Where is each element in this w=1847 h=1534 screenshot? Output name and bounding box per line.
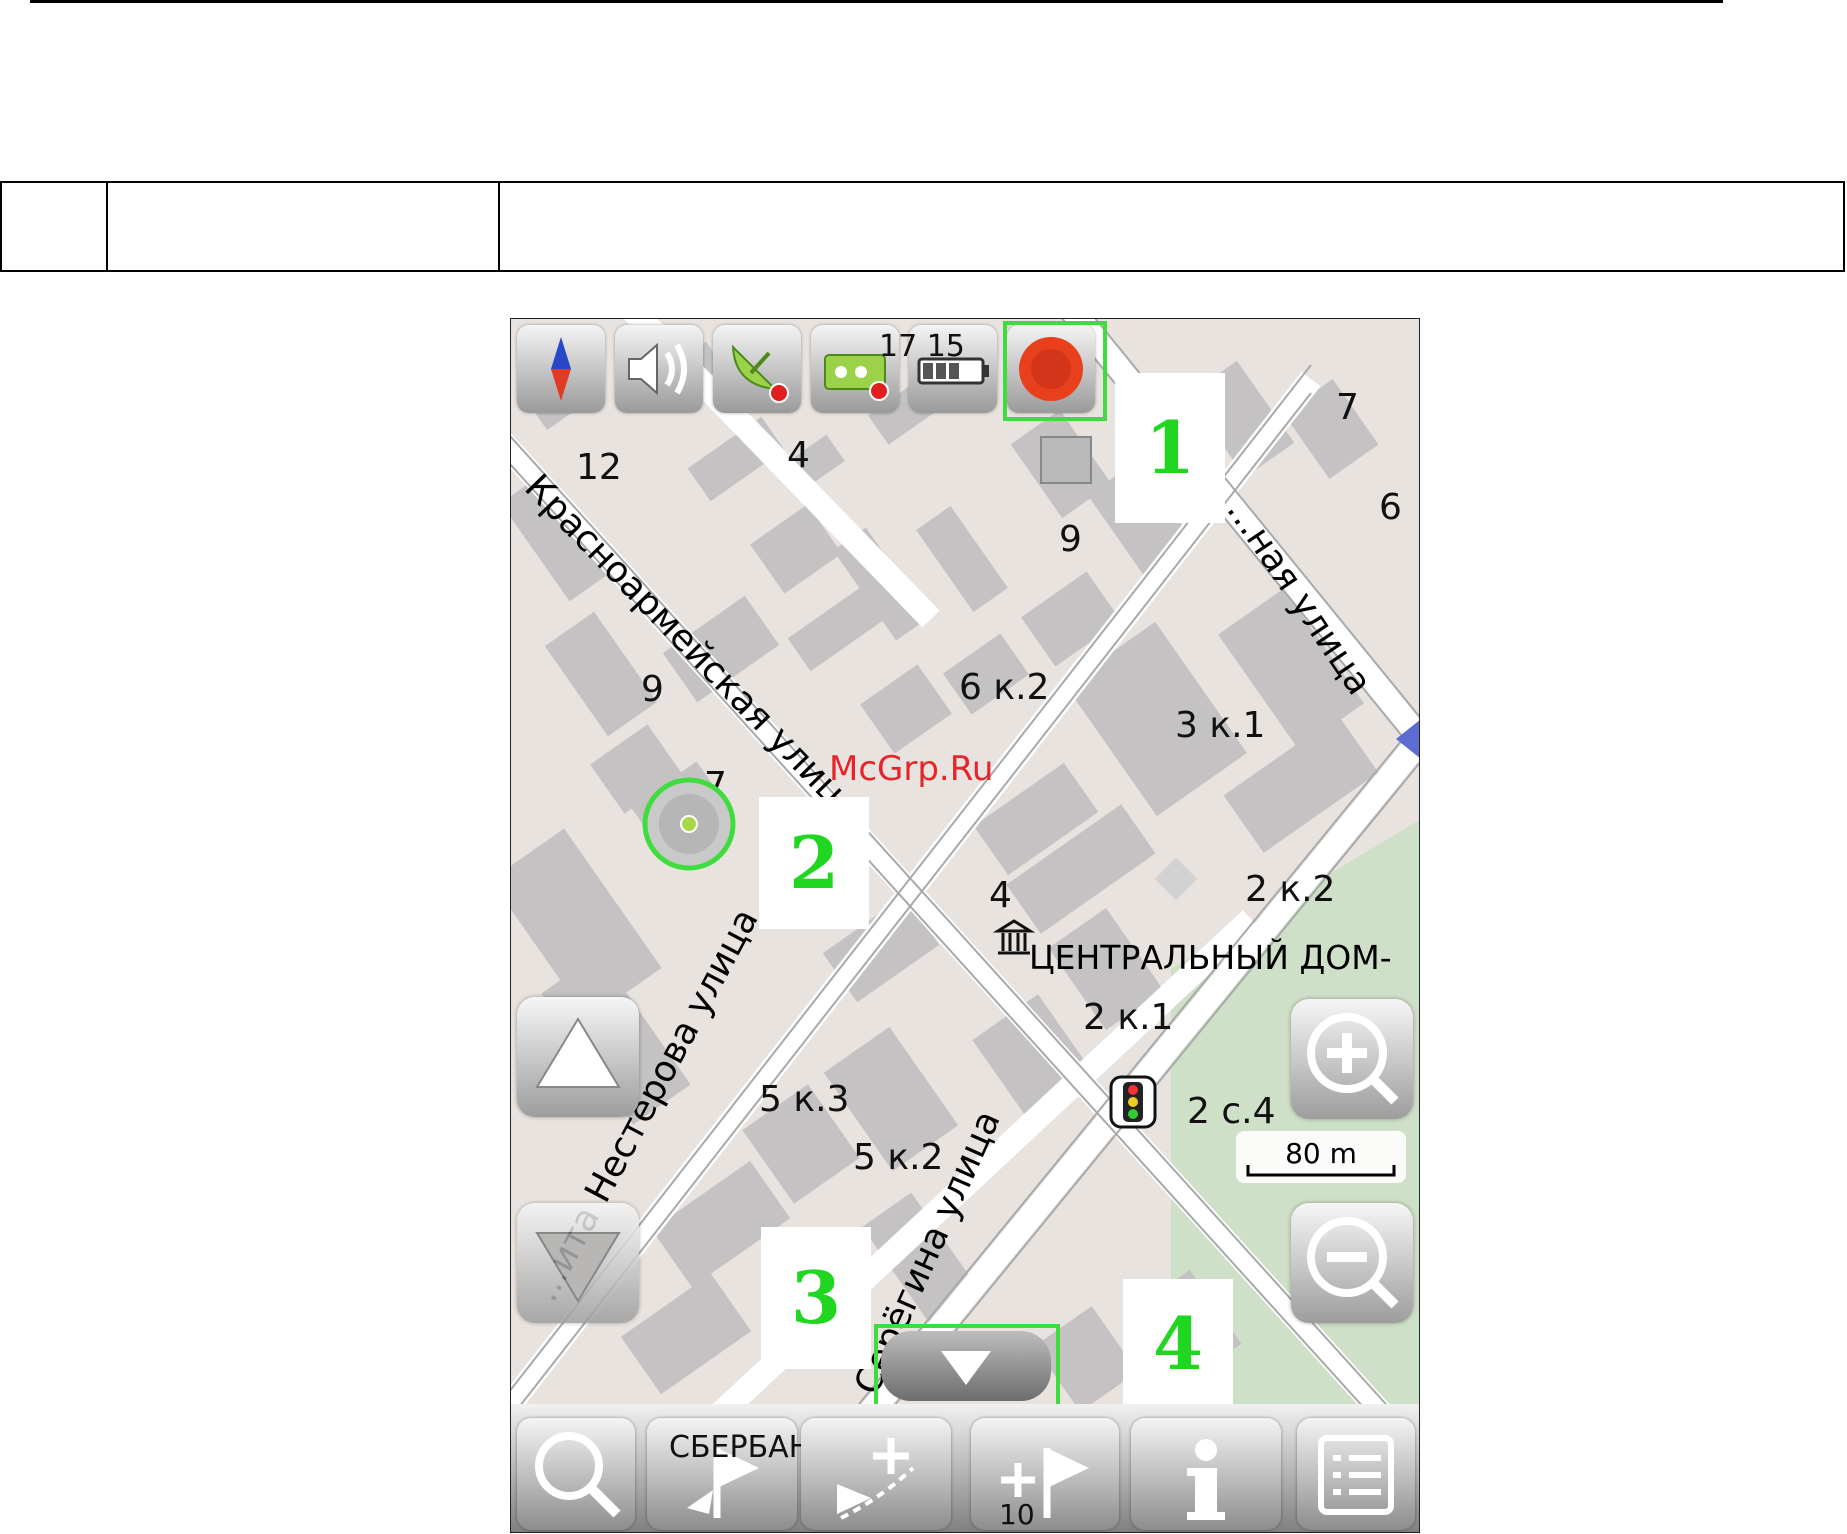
house-number: 2 с.4 bbox=[1187, 1091, 1276, 1132]
house-number: 3 к.1 bbox=[1175, 705, 1265, 746]
house-number: 9 bbox=[1059, 519, 1082, 560]
info-button[interactable] bbox=[1131, 1418, 1281, 1530]
watermark: McGrp.Ru bbox=[829, 749, 994, 789]
map-scale: 80 m bbox=[1236, 1131, 1406, 1183]
menu-button[interactable] bbox=[1297, 1418, 1415, 1530]
house-number: 9 bbox=[641, 669, 664, 710]
traffic-light-icon bbox=[1109, 1075, 1157, 1129]
triangle-up-icon bbox=[535, 1017, 621, 1088]
navigator-screen: Красноармейская улица ...ная улица ...ит… bbox=[510, 318, 1420, 1533]
add-flag-icon bbox=[1001, 1448, 1089, 1518]
list-menu-icon bbox=[1318, 1435, 1394, 1515]
zoom-out-icon bbox=[1307, 1217, 1399, 1309]
search-button[interactable] bbox=[517, 1418, 635, 1530]
add-waypoint-button[interactable] bbox=[971, 1418, 1119, 1530]
satellite-button[interactable] bbox=[713, 325, 801, 413]
toolbar-overlay-text: 17 15 bbox=[879, 329, 965, 364]
table-cell-description bbox=[498, 181, 1845, 272]
sound-button[interactable] bbox=[615, 325, 703, 413]
callout-1: 1 bbox=[1115, 373, 1225, 523]
compass-icon bbox=[551, 337, 571, 401]
bottom-overlay-text: 10 bbox=[999, 1498, 1035, 1531]
chevron-down-icon bbox=[941, 1351, 991, 1385]
poi-label: ЦЕНТРАЛЬНЫЙ ДОМ- bbox=[1029, 937, 1392, 977]
house-number: 2 к.2 bbox=[1245, 869, 1335, 910]
house-number: 2 к.1 bbox=[1083, 997, 1173, 1038]
bottom-toolbar: СБЕРБАНК 10 bbox=[511, 1404, 1419, 1532]
scroll-down-button[interactable] bbox=[517, 1203, 639, 1323]
waypoint-square bbox=[1040, 436, 1092, 484]
house-number: 5 к.2 bbox=[853, 1137, 943, 1178]
add-route-icon bbox=[837, 1438, 915, 1520]
compass-button[interactable] bbox=[517, 325, 605, 413]
document-table bbox=[0, 181, 1845, 272]
house-number: 5 к.3 bbox=[759, 1079, 849, 1120]
house-number: 6 bbox=[1379, 487, 1402, 528]
collapse-panel-button[interactable] bbox=[881, 1331, 1051, 1401]
house-number: 12 bbox=[576, 447, 622, 488]
current-position-marker bbox=[642, 777, 736, 871]
callout-3: 3 bbox=[761, 1227, 871, 1369]
house-number: 4 bbox=[787, 435, 810, 476]
zoom-out-button[interactable] bbox=[1291, 1203, 1413, 1323]
table-cell-term bbox=[106, 181, 500, 272]
add-route-point-button[interactable] bbox=[801, 1418, 951, 1530]
table-cell-number bbox=[0, 181, 108, 272]
speaker-icon bbox=[628, 342, 687, 396]
scroll-up-button[interactable] bbox=[517, 997, 639, 1117]
callout-4: 4 bbox=[1123, 1279, 1233, 1409]
satellite-icon bbox=[731, 344, 789, 403]
zoom-in-icon bbox=[1307, 1013, 1399, 1105]
info-icon bbox=[1187, 1439, 1225, 1520]
triangle-down-icon bbox=[535, 1232, 621, 1303]
page-top-rule bbox=[30, 0, 1723, 3]
house-number: 7 bbox=[1336, 387, 1359, 428]
house-number: 4 bbox=[989, 875, 1012, 916]
zoom-in-button[interactable] bbox=[1291, 999, 1413, 1119]
highlight-record-button bbox=[1003, 321, 1107, 421]
search-icon bbox=[535, 1432, 621, 1518]
callout-2: 2 bbox=[759, 797, 869, 929]
house-number: 6 к.2 bbox=[959, 667, 1049, 708]
